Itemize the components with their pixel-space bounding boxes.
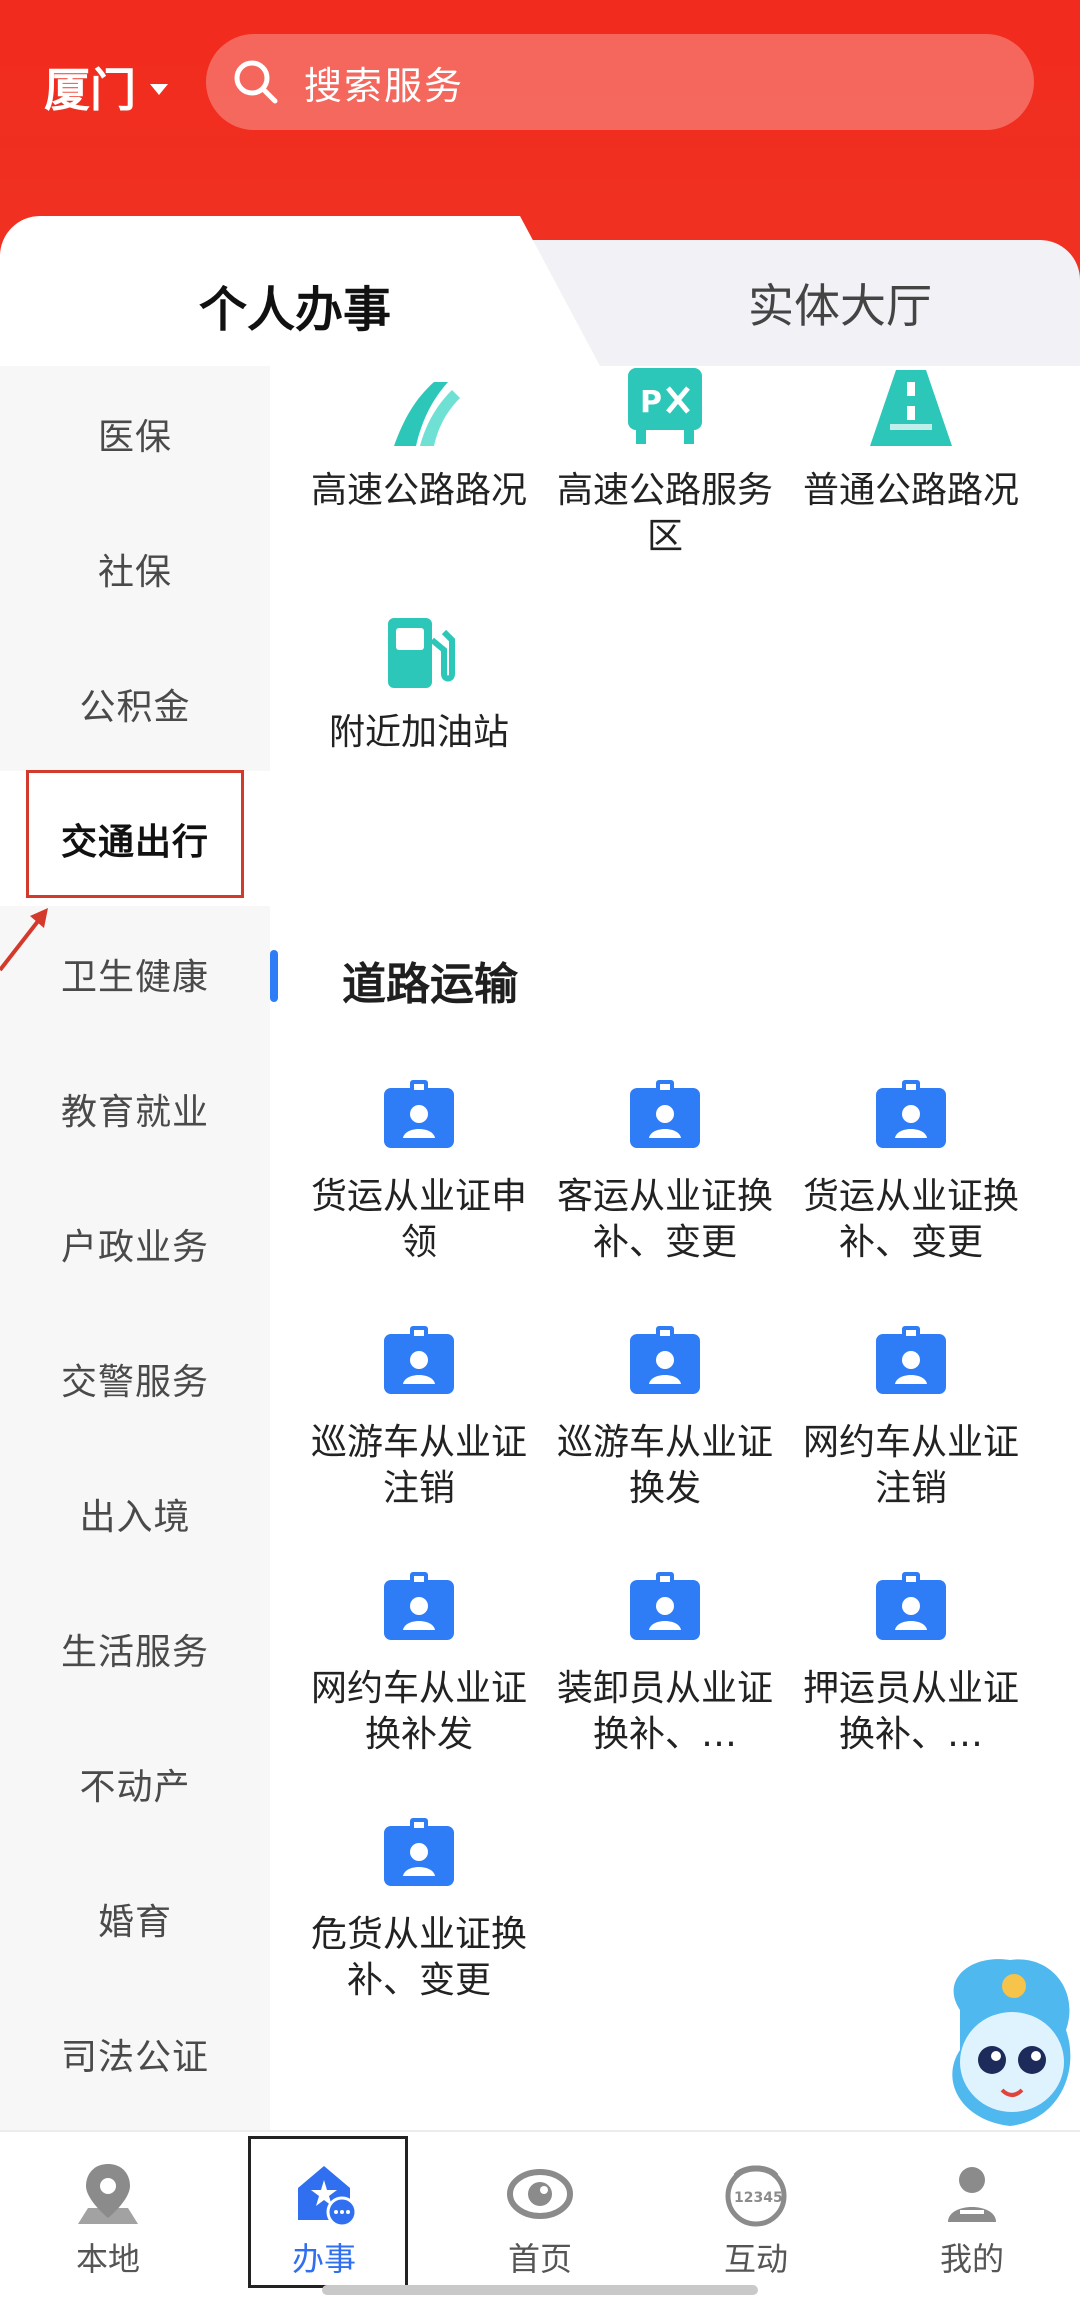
location-icon (78, 2164, 138, 2224)
section-title: 道路运输 (342, 959, 518, 1010)
service-item[interactable]: 客运从业证换补、变更 (540, 1074, 790, 1266)
tab-physical-hall-label: 实体大厅 (748, 279, 932, 333)
service-item[interactable]: 网约车从业证注销 (786, 1320, 1036, 1512)
service-item[interactable]: 货运从业证换补、变更 (786, 1074, 1036, 1266)
sidebar-item-marriage-birth[interactable]: 婚育 (0, 1851, 270, 1986)
search-placeholder: 搜索服务 (304, 63, 465, 108)
annotation-arrow-icon (0, 908, 48, 972)
home-indicator[interactable] (322, 2285, 758, 2295)
chevron-down-icon (150, 83, 168, 95)
svg-text:P: P (640, 385, 662, 420)
sidebar-item-traffic-police[interactable]: 交警服务 (0, 1311, 270, 1446)
nav-label: 互动 (723, 2240, 788, 2278)
id-card-icon (384, 1572, 454, 1640)
id-card-icon (384, 1818, 454, 1886)
nav-mine[interactable]: 我的 (864, 2132, 1080, 2301)
gas-station-icon (388, 618, 455, 688)
city-selector[interactable]: 厦门 (44, 54, 168, 120)
svg-text:12345: 12345 (734, 2190, 783, 2206)
city-label: 厦门 (44, 63, 136, 117)
service-ordinary-road-conditions[interactable]: 普通公路路况 (786, 368, 1036, 514)
bottom-navigation: 本地 办事 首页 12345 互动 我的 (0, 2130, 1080, 2301)
id-card-icon (876, 1326, 946, 1394)
service-label: 装卸员从业证换补、… (556, 1668, 773, 1755)
service-item[interactable]: 货运从业证申领 (294, 1074, 544, 1266)
service-label: 巡游车从业证换发 (556, 1422, 773, 1509)
nav-interaction[interactable]: 12345 互动 (648, 2132, 864, 2301)
sidebar-item-notary[interactable]: 司法公证 (0, 1986, 270, 2121)
service-label: 附近加油站 (328, 712, 509, 753)
sidebar-item-real-estate[interactable]: 不动产 (0, 1716, 270, 1851)
service-item[interactable]: 危货从业证换补、变更 (294, 1812, 544, 2004)
sidebar-item-medical-insurance[interactable]: 医保 (0, 366, 270, 501)
search-icon (234, 60, 278, 104)
service-label: 客运从业证换补、变更 (556, 1176, 773, 1263)
nav-label: 我的 (939, 2240, 1004, 2278)
highlight-box (26, 770, 244, 898)
id-card-icon (384, 1080, 454, 1148)
service-nearby-gas-station[interactable]: 附近加油站 (294, 610, 544, 756)
sidebar-item-household[interactable]: 户政业务 (0, 1176, 270, 1311)
nav-label: 首页 (507, 2240, 572, 2278)
id-card-icon (630, 1326, 700, 1394)
sidebar-item-housing-fund[interactable]: 公积金 (0, 636, 270, 771)
nav-local[interactable]: 本地 (0, 2132, 216, 2301)
nav-home[interactable]: 首页 (432, 2132, 648, 2301)
id-card-icon (384, 1326, 454, 1394)
service-label: 危货从业证换补、变更 (310, 1914, 527, 2001)
sidebar-item-social-security[interactable]: 社保 (0, 501, 270, 636)
hotline-12345-icon: 12345 (725, 2165, 787, 2227)
service-label: 货运从业证换补、变更 (802, 1176, 1019, 1263)
mascot-assistant-icon[interactable] (930, 1950, 1080, 2130)
nav-label: 本地 (75, 2240, 140, 2278)
service-item[interactable]: 巡游车从业证注销 (294, 1320, 544, 1512)
service-item[interactable]: 装卸员从业证换补、… (540, 1566, 790, 1758)
service-label: 高速公路服务区 (556, 470, 773, 557)
search-input[interactable]: 搜索服务 (206, 34, 1034, 130)
service-label: 货运从业证申领 (310, 1176, 527, 1263)
highlight-box (248, 2136, 408, 2288)
tab-bar: 个人办事 实体大厅 (0, 216, 1080, 366)
section-indicator (270, 950, 278, 1002)
service-highway-service-area[interactable]: P 高速公路服务区 (540, 368, 790, 560)
service-label: 普通公路路况 (802, 470, 1019, 511)
service-item[interactable]: 巡游车从业证换发 (540, 1320, 790, 1512)
id-card-icon (876, 1572, 946, 1640)
service-label: 高速公路路况 (310, 470, 527, 511)
id-card-icon (876, 1080, 946, 1148)
user-icon (948, 2167, 996, 2222)
service-label: 网约车从业证注销 (802, 1422, 1019, 1509)
service-item[interactable]: 网约车从业证换补发 (294, 1566, 544, 1758)
service-item[interactable]: 押运员从业证换补、… (786, 1566, 1036, 1758)
sidebar-item-exit-entry[interactable]: 出入境 (0, 1446, 270, 1581)
service-label: 巡游车从业证注销 (310, 1422, 527, 1509)
road-icon (870, 370, 952, 446)
service-label: 押运员从业证换补、… (802, 1668, 1019, 1755)
service-highway-conditions[interactable]: 高速公路路况 (294, 368, 544, 514)
service-area-icon: P (628, 368, 702, 444)
id-card-icon (630, 1080, 700, 1148)
service-label: 网约车从业证换补发 (310, 1668, 527, 1755)
service-content: 高速公路路况 P 高速公路服务区 普通公路路况 附近加油站 道路运输 货运从业证… (270, 366, 1080, 2130)
tab-personal-affairs-label: 个人办事 (198, 282, 391, 338)
highway-road-icon (394, 382, 460, 446)
id-card-icon (630, 1572, 700, 1640)
category-sidebar: 医保 社保 公积金 交通出行 卫生健康 教育就业 户政业务 交警服务 出入境 生… (0, 366, 270, 2130)
sidebar-item-education-employment[interactable]: 教育就业 (0, 1041, 270, 1176)
home-logo-icon (507, 2169, 573, 2219)
sidebar-item-life-services[interactable]: 生活服务 (0, 1581, 270, 1716)
